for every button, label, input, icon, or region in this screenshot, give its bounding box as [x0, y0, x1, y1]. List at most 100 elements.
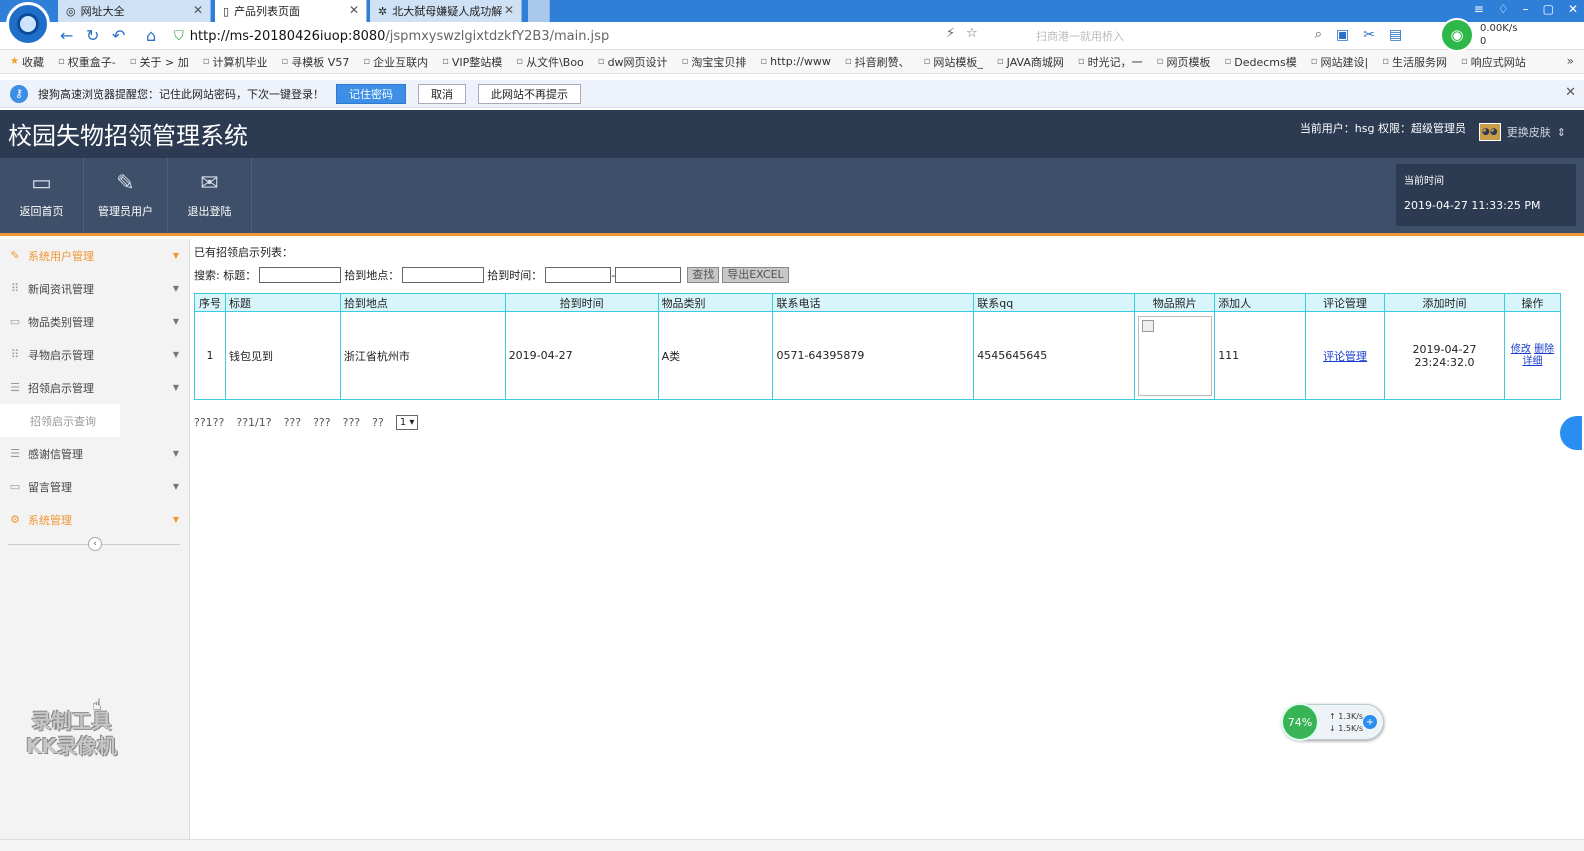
pencil-icon: ✎	[116, 170, 135, 196]
list-icon: ☰	[10, 447, 20, 460]
pager-prev[interactable]: ???	[313, 416, 331, 429]
back-icon[interactable]: ←	[60, 26, 73, 45]
refresh-icon[interactable]: ↻	[86, 26, 99, 45]
bookmark-item[interactable]: ▫ Dedecms模	[1224, 54, 1296, 70]
search-icon[interactable]: ⌕	[1315, 27, 1322, 42]
detail-link[interactable]: 详细	[1522, 356, 1542, 367]
bookmark-item[interactable]: ▫ 网站模板_	[924, 54, 983, 70]
sidebar-item[interactable]: ☰ 感谢信管理 ▼	[0, 437, 189, 470]
tab-product-list[interactable]: ▯ 产品列表页面 ✕	[215, 0, 367, 22]
sidebar-item[interactable]: ⠿ 寻物启示管理 ▼	[0, 338, 189, 371]
title-search-input[interactable]	[259, 267, 342, 283]
key-icon: ⚷	[10, 84, 28, 103]
sidebar-item[interactable]: ✎ 系统用户管理 ▼	[0, 239, 189, 272]
sidebar-item[interactable]: ▭ 留言管理 ▼	[0, 470, 189, 503]
bookmark-item[interactable]: ▫ 网站建设|	[1311, 54, 1369, 70]
time-end-input[interactable]	[615, 267, 682, 283]
bookmark-item[interactable]: ▫ 从文件\Boo	[516, 54, 584, 70]
network-monitor-widget[interactable]: 74% ↑ 1.3K/s ↓ 1.5K/s +	[1281, 703, 1384, 741]
minimize-icon[interactable]: –	[1523, 2, 1529, 16]
bookmark-item[interactable]: ▫ 抖音刷赞、	[845, 54, 910, 70]
search-input[interactable]: 扫商港一就用桥入 ⌕	[1012, 25, 1328, 47]
skin-switcher[interactable]: ◕◕ 更换皮肤 ⇕	[1478, 123, 1566, 141]
bookmark-item[interactable]: ▫ 网页模板	[1157, 54, 1211, 70]
browser-tab-bar: ◎ 网址大全 ✕ ▯ 产品列表页面 ✕ ✲ 北大弑母嫌疑人成功解 ✕ ≡ ♢ – ▢ …	[0, 0, 1584, 22]
close-icon[interactable]: ✕	[504, 3, 514, 17]
sidebar-item[interactable]: ▭ 物品类别管理 ▼	[0, 305, 189, 338]
plus-icon[interactable]: +	[1363, 715, 1377, 729]
shirt-icon[interactable]: ♢	[1498, 2, 1509, 16]
bookmark-item[interactable]: ▫ 企业互联内	[363, 54, 428, 70]
new-tab-button[interactable]	[528, 0, 550, 22]
col-time: 拾到时间	[504, 293, 659, 312]
sidebar-item[interactable]: ⠿ 新闻资讯管理 ▼	[0, 272, 189, 305]
menu-icon[interactable]: ≡	[1474, 2, 1484, 16]
bookmark-item[interactable]: ▫ 权重盒子-	[58, 54, 116, 70]
lightning-icon[interactable]: ⚡	[946, 26, 955, 41]
export-excel-button[interactable]: 导出EXCEL	[722, 267, 789, 283]
collapse-sidebar-icon[interactable]: ‹	[88, 537, 102, 551]
close-icon[interactable]: ✕	[1565, 85, 1576, 100]
pager-next[interactable]: ???	[343, 416, 361, 429]
wifi-icon[interactable]: ◉	[1440, 18, 1474, 52]
bookmark-item[interactable]: ▫ 响应式网站	[1461, 54, 1526, 70]
never-prompt-button[interactable]: 此网站不再提示	[478, 83, 581, 104]
bookmark-item[interactable]: ▫ 生活服务网	[1382, 54, 1447, 70]
more-icon[interactable]: »	[1567, 54, 1574, 68]
edit-link[interactable]: 修改	[1511, 344, 1531, 355]
main-content: 已有招领启示列表： 搜索: 标题： 拾到地点： 拾到时间： - 查找 导出EXC…	[194, 239, 1564, 839]
tab-news[interactable]: ✲ 北大弑母嫌疑人成功解 ✕	[370, 0, 522, 22]
nav-logout-button[interactable]: ✉ 退出登陆	[168, 158, 252, 233]
sidebar-sub-lost-query[interactable]: 招领启示查询	[0, 404, 120, 437]
chevron-down-icon: ▼	[172, 482, 179, 491]
undo-icon[interactable]: ↶	[112, 26, 125, 45]
bookmark-icon: ▫	[1382, 56, 1389, 67]
bookmark-icon: ▫	[1077, 56, 1085, 67]
delete-link[interactable]: 删除	[1534, 344, 1554, 355]
bookmark-item[interactable]: ▫ 关于 > 加	[130, 54, 189, 70]
col-category: 物品类别	[657, 293, 774, 312]
bookmark-icon: ▫	[202, 56, 210, 67]
sidebar-item[interactable]: ☰ 招领启示管理 ▼	[0, 371, 189, 404]
app-title: 校园失物招领管理系统	[8, 122, 248, 150]
bookmark-icon: ▫	[1224, 56, 1232, 67]
page-select[interactable]: 1 ▾	[395, 415, 419, 430]
bookmark-item[interactable]: ▫ http://www	[760, 55, 830, 68]
place-search-input[interactable]	[402, 267, 485, 283]
envelope-icon: ✉	[200, 170, 219, 196]
remember-password-button[interactable]: 记住密码	[336, 83, 406, 104]
bookmark-item[interactable]: ▫ 寻模板 V57	[282, 54, 350, 70]
bookmark-item[interactable]: ▫ 计算机毕业	[203, 54, 268, 70]
sidebar-item[interactable]: ⚙ 系统管理 ▼	[0, 503, 189, 536]
bookmark-item[interactable]: ▫ JAVA商城网	[997, 54, 1064, 70]
scissors-icon[interactable]: ✂	[1363, 27, 1375, 43]
close-icon[interactable]: ✕	[1568, 2, 1578, 16]
maximize-icon[interactable]: ▢	[1543, 2, 1554, 16]
bookmark-item[interactable]: ▫ 时光记，一	[1078, 54, 1143, 70]
nav-admin-button[interactable]: ✎ 管理员用户	[84, 158, 168, 233]
news-icon: ✲	[378, 4, 388, 18]
cell-comments: 评论管理	[1305, 311, 1386, 400]
pager-first[interactable]: ???	[284, 416, 302, 429]
star-icon[interactable]: ☆	[966, 26, 978, 41]
tab-home[interactable]: ◎ 网址大全 ✕	[58, 0, 211, 22]
time-start-input[interactable]	[545, 267, 612, 283]
chevron-down-icon: ▼	[172, 383, 179, 392]
bookmark-icon: ▫	[760, 56, 768, 67]
save-icon[interactable]: ▤	[1389, 27, 1402, 43]
pager-last[interactable]: ??	[372, 416, 384, 429]
close-icon[interactable]: ✕	[349, 3, 359, 17]
shield-icon: ⛉	[174, 28, 184, 44]
cancel-button[interactable]: 取消	[418, 83, 466, 104]
find-button[interactable]: 查找	[687, 267, 720, 283]
url-field[interactable]: ⛉ http://ms-20180426iuop:8080/jspmxyswzl…	[174, 25, 1004, 47]
bookmark-item[interactable]: ★ 收藏	[10, 54, 44, 70]
close-icon[interactable]: ✕	[193, 3, 203, 17]
bookmark-item[interactable]: ▫ 淘宝宝贝排	[682, 54, 747, 70]
comment-manage-link[interactable]: 评论管理	[1323, 350, 1367, 363]
screenshot-icon[interactable]: ▣	[1336, 27, 1349, 43]
home-icon[interactable]: ⌂	[146, 26, 156, 45]
nav-home-button[interactable]: ▭ 返回首页	[0, 158, 84, 233]
bookmark-item[interactable]: ▫ dw网页设计	[598, 54, 668, 70]
bookmark-item[interactable]: ▫ VIP整站模	[442, 54, 502, 70]
